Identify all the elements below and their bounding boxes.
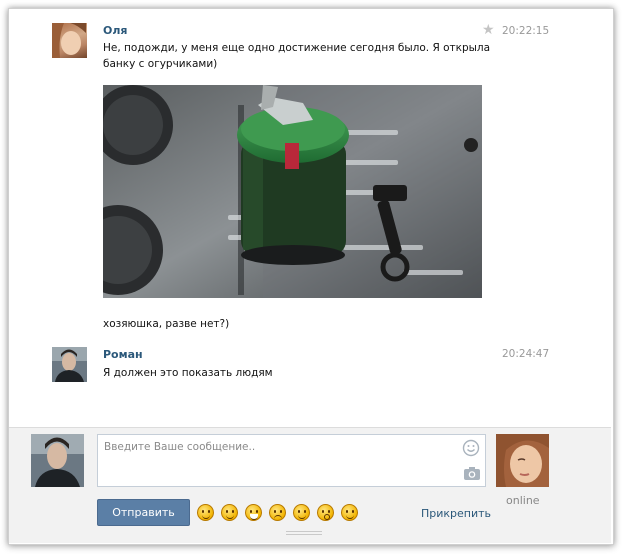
my-avatar[interactable] [31, 434, 84, 487]
avatar-roman-image [52, 347, 87, 382]
emoji-grin-icon[interactable] [245, 504, 262, 521]
avatar-olya-image [52, 23, 87, 58]
message-caption: хозяюшка, разве нет?) [103, 318, 230, 330]
emoji-wink-icon[interactable] [221, 504, 238, 521]
message-text: Я должен это показать людям [103, 367, 273, 379]
resize-handle[interactable] [286, 531, 322, 537]
star-icon[interactable]: ★ [482, 22, 495, 38]
camera-icon[interactable] [463, 466, 481, 481]
emoji-laughing-icon[interactable] [197, 504, 214, 521]
message-time: 20:22:15 [502, 25, 550, 37]
smiley-icon[interactable] [462, 439, 480, 457]
emoji-relieved-icon[interactable] [293, 504, 310, 521]
attached-photo[interactable] [103, 85, 482, 298]
recipient-avatar[interactable] [496, 434, 549, 487]
avatar-olya[interactable] [52, 23, 87, 58]
message-text-line: Не, подожди, у меня еще одно достижение … [103, 42, 491, 54]
attach-link[interactable]: Прикрепить [421, 507, 491, 520]
avatar-roman[interactable] [52, 347, 87, 382]
send-button[interactable]: Отправить [97, 499, 190, 526]
emoji-sad-icon[interactable] [269, 504, 286, 521]
online-status: online [506, 494, 540, 507]
message-time: 20:24:47 [502, 348, 550, 360]
message-text-line: банку с огурчиками) [103, 58, 218, 70]
jar-photo-image [103, 85, 482, 298]
emoji-surprised-icon[interactable] [317, 504, 334, 521]
my-avatar-image [31, 434, 84, 487]
emoji-smile-icon[interactable] [341, 504, 358, 521]
message-input[interactable]: Введите Ваше сообщение.. [97, 434, 486, 487]
message-author[interactable]: Оля [103, 24, 127, 37]
recipient-avatar-image [496, 434, 549, 487]
message-input-placeholder: Введите Ваше сообщение.. [104, 441, 256, 453]
message-author[interactable]: Роман [103, 348, 143, 361]
